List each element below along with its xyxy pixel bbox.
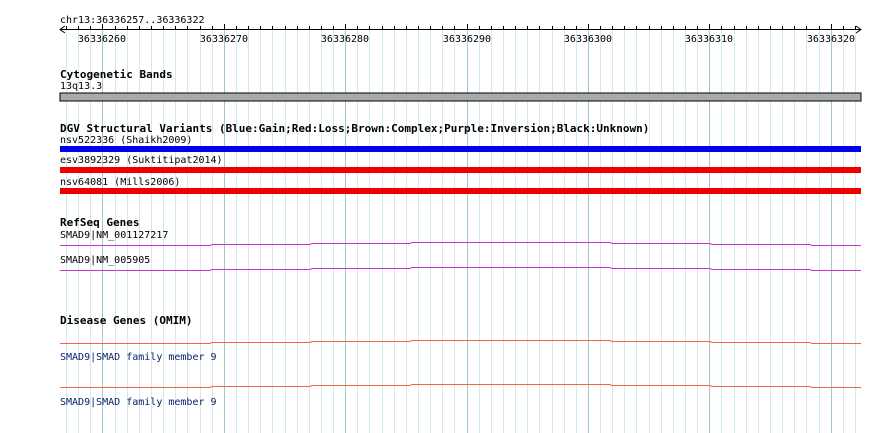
cytoband-track-title: Cytogenetic Bands <box>60 68 173 81</box>
genome-browser-view: chr13:36336257..36336322 36336260 3633627… <box>0 0 890 433</box>
omim-gene-line <box>60 340 861 344</box>
ruler-tick-label: 36336280 <box>320 34 370 45</box>
omim-track-title: Disease Genes (OMIM) <box>60 314 193 327</box>
dgv-variant-bar[interactable] <box>60 188 861 194</box>
dgv-track-title: DGV Structural Variants (Blue:Gain;Red:L… <box>60 122 650 135</box>
omim-gene-label[interactable]: SMAD9|SMAD family member 9 <box>60 397 217 409</box>
omim-gene-label[interactable]: SMAD9|SMAD family member 9 <box>60 352 217 364</box>
refseq-gene-label[interactable]: SMAD9|NM_001127217 <box>60 230 168 242</box>
refseq-gene-line <box>60 267 861 271</box>
ruler-tick-label: 36336270 <box>199 34 249 45</box>
cytoband-bar <box>59 92 862 102</box>
region-label: chr13:36336257..36336322 <box>60 15 205 26</box>
dgv-variant-label[interactable]: esv3892329 (Suktitipat2014) <box>60 155 223 167</box>
ruler-tick-label: 36336260 <box>77 34 127 45</box>
ruler-tick-label: 36336320 <box>806 34 856 45</box>
refseq-gene-label[interactable]: SMAD9|NM_005905 <box>60 255 150 267</box>
ruler-tick-label: 36336290 <box>442 34 492 45</box>
refseq-gene-line <box>60 242 861 246</box>
cytoband-label: 13q13.3 <box>60 81 103 92</box>
ruler-tick-label: 36336310 <box>684 34 734 45</box>
refseq-track-title: RefSeq Genes <box>60 216 140 229</box>
ruler-tick-label: 36336300 <box>563 34 613 45</box>
omim-gene-line <box>60 384 861 388</box>
dgv-variant-bar[interactable] <box>60 167 861 173</box>
dgv-variant-bar[interactable] <box>60 146 861 152</box>
